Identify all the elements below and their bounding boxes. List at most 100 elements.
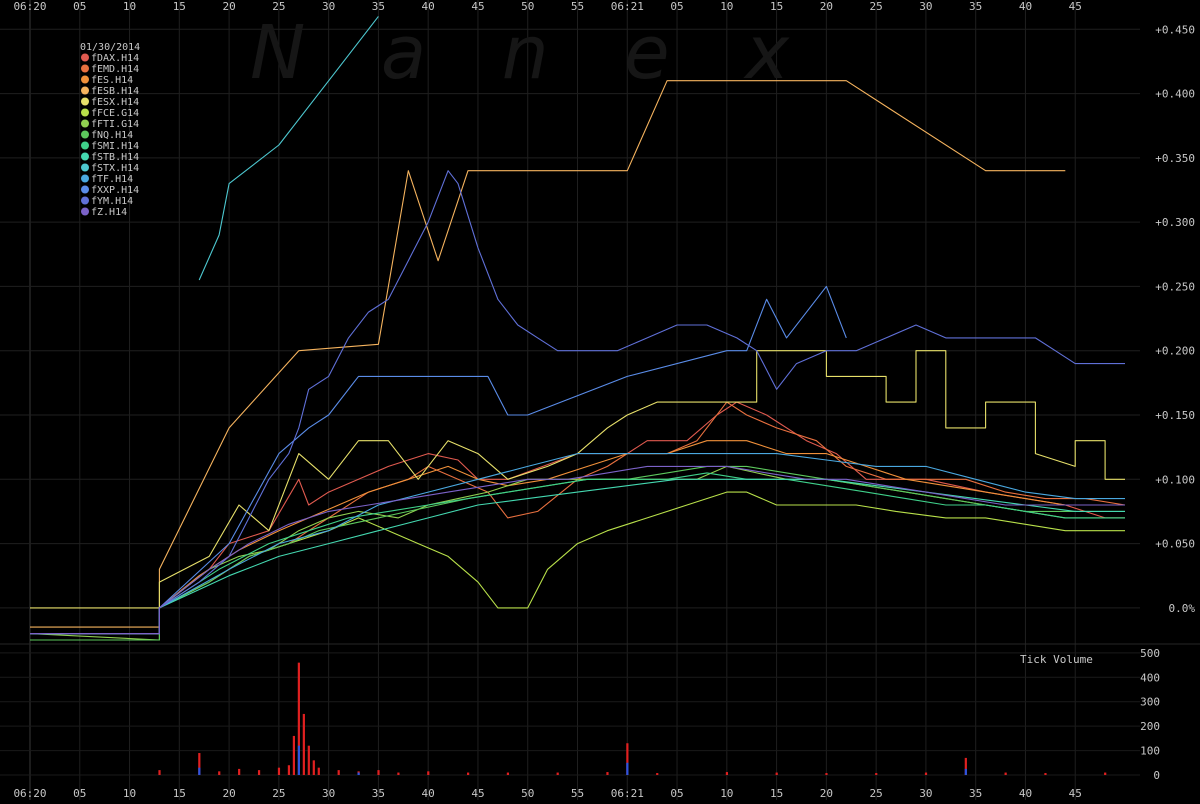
time-tick-label-top: 30 xyxy=(919,0,932,13)
volume-bar xyxy=(317,767,320,775)
price-tick-label: +0.450 xyxy=(1155,23,1195,36)
volume-bar xyxy=(337,770,340,775)
time-tick-label-bottom: 25 xyxy=(272,787,285,800)
legend-date: 01/30/2014 xyxy=(80,42,140,53)
legend-entry: fSTB.H14 xyxy=(91,152,139,163)
time-tick-label-top: 25 xyxy=(272,0,285,13)
volume-tick-label: 0 xyxy=(1153,769,1160,782)
time-tick-label-bottom: 15 xyxy=(770,787,783,800)
legend-entry: fNQ.H14 xyxy=(91,130,133,141)
volume-bar xyxy=(775,772,778,775)
time-tick-label-bottom: 20 xyxy=(820,787,833,800)
volume-tick-label: 400 xyxy=(1140,671,1160,684)
volume-bar xyxy=(312,760,315,775)
legend-entry: fTF.H14 xyxy=(91,174,133,185)
volume-bar xyxy=(397,772,400,775)
chart-background xyxy=(0,0,1200,800)
volume-bar xyxy=(825,773,828,775)
time-tick-label-top: 06:21 xyxy=(611,0,644,13)
time-tick-label-top: 35 xyxy=(372,0,385,13)
time-tick-label-bottom: 30 xyxy=(322,787,335,800)
volume-bar xyxy=(427,771,430,775)
volume-bar xyxy=(292,735,295,775)
volume-bar xyxy=(1004,772,1007,775)
volume-bar xyxy=(467,772,470,775)
volume-bar xyxy=(725,772,729,775)
time-tick-label-bottom: 10 xyxy=(720,787,733,800)
legend-swatch xyxy=(81,64,89,73)
time-tick-label-top: 10 xyxy=(123,0,136,13)
price-tick-label: +0.100 xyxy=(1155,473,1195,486)
volume-bar xyxy=(158,770,161,775)
volume-bar xyxy=(1044,773,1047,775)
legend-swatch xyxy=(81,163,89,172)
price-tick-label: +0.400 xyxy=(1155,88,1195,101)
volume-tick-label: 500 xyxy=(1140,647,1160,660)
price-tick-label: +0.350 xyxy=(1155,152,1195,165)
volume-bar xyxy=(606,772,609,775)
price-tick-label: +0.150 xyxy=(1155,409,1195,422)
legend-entry: fES.H14 xyxy=(91,75,133,86)
legend-swatch xyxy=(81,152,89,161)
time-tick-label-bottom: 15 xyxy=(173,787,186,800)
volume-bar xyxy=(357,772,360,775)
volume-bar xyxy=(257,770,261,775)
volume-bar xyxy=(964,768,967,775)
time-tick-label-bottom: 05 xyxy=(73,787,86,800)
chart-svg: N a n e x 01/30/2014 fDAX.H14fEMD.H14fES… xyxy=(0,0,1200,800)
price-tick-label: +0.050 xyxy=(1155,538,1195,551)
legend-entry: fEMD.H14 xyxy=(91,64,139,75)
time-tick-label-top: 40 xyxy=(1019,0,1032,13)
time-tick-label-top: 20 xyxy=(222,0,235,13)
time-tick-label-bottom: 06:21 xyxy=(611,787,644,800)
legend-entry: fZ.H14 xyxy=(91,207,127,218)
time-tick-label-top: 25 xyxy=(870,0,883,13)
time-tick-label-bottom: 45 xyxy=(471,787,484,800)
time-tick-label-top: 30 xyxy=(322,0,335,13)
time-tick-label-bottom: 50 xyxy=(521,787,534,800)
volume-tick-label: 100 xyxy=(1140,745,1160,758)
legend-entry: fXXP.H14 xyxy=(91,185,139,196)
volume-bar xyxy=(924,772,928,775)
legend-swatch xyxy=(81,185,89,194)
volume-bar xyxy=(297,745,300,775)
volume-tick-label: 300 xyxy=(1140,696,1160,709)
legend-entry: fESB.H14 xyxy=(91,86,139,97)
time-tick-label-bottom: 40 xyxy=(422,787,435,800)
legend-entry: fESX.H14 xyxy=(91,97,139,108)
legend-swatch xyxy=(81,174,89,183)
time-tick-label-top: 35 xyxy=(969,0,982,13)
time-tick-label-top: 15 xyxy=(770,0,783,13)
watermark: N a n e x xyxy=(250,10,815,96)
time-tick-label-bottom: 40 xyxy=(1019,787,1032,800)
legend-entry: fSMI.H14 xyxy=(91,141,139,152)
legend-swatch xyxy=(81,130,89,139)
volume-title: Tick Volume xyxy=(1020,653,1093,666)
time-tick-label-bottom: 35 xyxy=(372,787,385,800)
legend-swatch xyxy=(81,119,89,128)
legend-swatch xyxy=(81,141,89,150)
volume-bar xyxy=(377,770,380,775)
time-tick-label-bottom: 06:20 xyxy=(13,787,46,800)
legend-swatch xyxy=(81,207,89,216)
price-tick-label: +0.200 xyxy=(1155,345,1195,358)
volume-bar xyxy=(626,762,629,775)
time-tick-label-top: 10 xyxy=(720,0,733,13)
time-tick-label-top: 05 xyxy=(73,0,86,13)
volume-bar xyxy=(277,767,281,775)
legend-swatch xyxy=(81,97,89,106)
legend-entry: fYM.H14 xyxy=(91,196,133,207)
time-tick-label-top: 45 xyxy=(1069,0,1082,13)
price-tick-label: 0.0% xyxy=(1169,602,1196,615)
volume-bar xyxy=(287,765,291,775)
nanex-chart: N a n e x 01/30/2014 fDAX.H14 fEMD.H14 fES… xyxy=(0,0,1200,800)
time-tick-label-bottom: 55 xyxy=(571,787,584,800)
legend-swatch xyxy=(81,75,89,84)
legend-entry: fFTI.G14 xyxy=(91,119,139,130)
volume-bar xyxy=(556,772,559,775)
time-tick-label-bottom: 25 xyxy=(870,787,883,800)
time-tick-label-bottom: 10 xyxy=(123,787,136,800)
legend-swatch xyxy=(81,108,89,117)
volume-bar xyxy=(875,773,878,775)
volume-bar xyxy=(506,772,510,775)
